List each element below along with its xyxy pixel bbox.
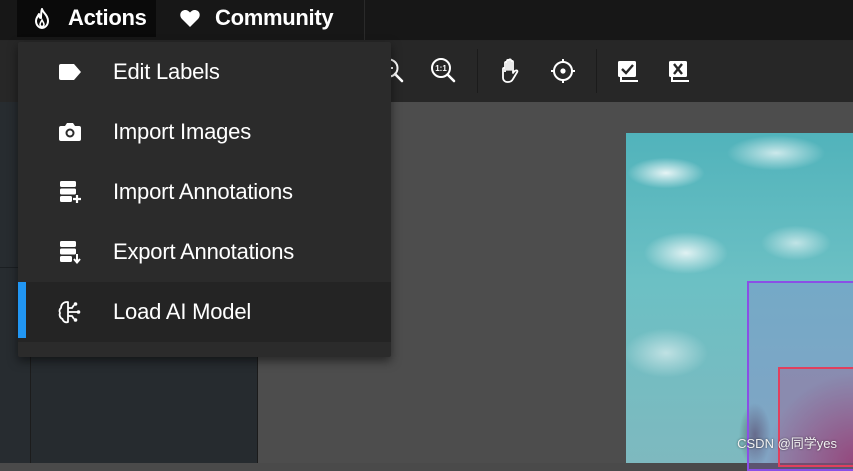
- zoom-actual-size-icon[interactable]: 1:1: [429, 56, 459, 86]
- ai-brain-icon: [56, 299, 84, 325]
- reject-all-icon[interactable]: [665, 56, 695, 86]
- actions-menu-label: Actions: [68, 5, 147, 30]
- menu-item-load-ai-model[interactable]: Load AI Model: [18, 282, 391, 342]
- crosshair-icon[interactable]: [548, 56, 578, 86]
- menu-item-edit-labels[interactable]: Edit Labels: [18, 42, 391, 102]
- menu-item-label: Edit Labels: [113, 59, 220, 84]
- watermark: CSDN @同学yes: [737, 436, 837, 451]
- menu-item-export-annotations[interactable]: Export Annotations: [18, 222, 391, 282]
- top-menu-bar: Actions Community: [0, 0, 853, 41]
- menu-item-label: Import Annotations: [113, 179, 293, 204]
- menu-divider: [364, 0, 365, 40]
- annotation-bounding-box[interactable]: [778, 367, 853, 467]
- heart-icon: [179, 8, 201, 28]
- label-tag-icon: [56, 59, 84, 85]
- menu-item-label: Export Annotations: [113, 239, 295, 264]
- hand-pan-icon[interactable]: [496, 56, 526, 86]
- actions-menu-button[interactable]: Actions: [17, 0, 156, 37]
- menu-item-label: Load AI Model: [113, 299, 252, 324]
- database-export-icon: [56, 239, 84, 265]
- active-indicator: [18, 282, 26, 338]
- camera-icon: [56, 119, 84, 145]
- community-menu-label: Community: [215, 5, 334, 30]
- database-plus-icon: [56, 179, 84, 205]
- toolbar-separator: [596, 49, 597, 93]
- toolbar-separator: [477, 49, 478, 93]
- menu-item-import-images[interactable]: Import Images: [18, 102, 391, 162]
- accept-all-icon[interactable]: [614, 56, 644, 86]
- actions-dropdown-menu: Edit Labels Import Images Import Annotat…: [18, 42, 391, 357]
- community-menu-button[interactable]: Community: [166, 0, 364, 37]
- svg-text:1:1: 1:1: [435, 64, 447, 73]
- menu-item-import-annotations[interactable]: Import Annotations: [18, 162, 391, 222]
- menu-item-label: Import Images: [113, 119, 252, 144]
- flame-icon: [31, 7, 53, 31]
